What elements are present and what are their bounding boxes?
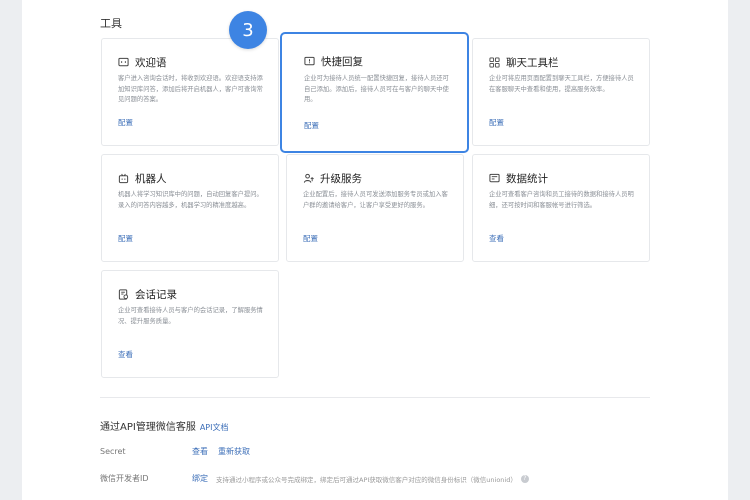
record-icon bbox=[118, 289, 129, 300]
api-section-title: 通过API管理微信客服 API文档 bbox=[100, 418, 228, 433]
secret-row: Secret 查看 重新获取 bbox=[100, 446, 260, 457]
card-title: 数据统计 bbox=[506, 173, 548, 185]
api-doc-link[interactable]: API文档 bbox=[200, 423, 229, 432]
developer-id-row: 微信开发者ID 绑定 支持通过小程序或公众号完成绑定，绑定后可通过API获取微信… bbox=[100, 473, 529, 484]
stats-icon bbox=[489, 173, 500, 184]
view-chat-records-link[interactable]: 查看 bbox=[118, 349, 133, 360]
card-desc: 机器人将学习知识库中的问题，自动回复客户提问。录入的问答内容越多，机器学习的精准… bbox=[118, 191, 263, 209]
card-desc: 企业可查看客户咨询和员工接待的数据和接待人员明细，还可按时间和客服帐号进行筛选。 bbox=[489, 191, 634, 209]
upgrade-person-icon bbox=[303, 173, 314, 184]
configure-upgrade-service-link[interactable]: 配置 bbox=[303, 233, 318, 244]
card-desc: 企业可查看接待人员与客户的会话记录，了解服务情况、提升服务质量。 bbox=[118, 307, 263, 325]
configure-chat-toolbar-link[interactable]: 配置 bbox=[489, 117, 504, 128]
card-chat-toolbar: 聊天工具栏 企业可将应用页面配置到聊天工具栏，方便接待人员在客服聊天中查看和使用… bbox=[472, 38, 650, 146]
card-desc: 客户进入咨询会话时，将收到欢迎语。欢迎语支持添加知识库问答，添加后将开启机器人，… bbox=[118, 75, 263, 103]
bind-link[interactable]: 绑定 bbox=[192, 473, 208, 484]
bind-hint: 支持通过小程序或公众号完成绑定，绑定后可通过API获取微信客户对应的微信身份标识… bbox=[216, 475, 517, 484]
configure-quick-reply-link[interactable]: 配置 bbox=[304, 120, 319, 131]
card-robot: 机器人 机器人将学习知识库中的问题，自动回复客户提问。录入的问答内容越多，机器学… bbox=[101, 154, 279, 262]
card-chat-records: 会话记录 企业可查看接待人员与客户的会话记录，了解服务情况、提升服务质量。 查看 bbox=[101, 270, 279, 378]
help-icon[interactable]: ? bbox=[520, 474, 529, 483]
card-data-stats: 数据统计 企业可查看客户咨询和员工接待的数据和接待人员明细，还可按时间和客服帐号… bbox=[472, 154, 650, 262]
robot-icon bbox=[118, 173, 129, 184]
view-secret-link[interactable]: 查看 bbox=[192, 446, 208, 457]
card-title: 机器人 bbox=[135, 173, 167, 185]
chat-bubble-icon bbox=[118, 57, 129, 68]
section-title: 工具 bbox=[100, 17, 122, 30]
card-desc: 企业配置后，接待人员可发送添加服务专员或加入客户群的邀请给客户，让客户享受更好的… bbox=[303, 191, 448, 209]
card-title: 会话记录 bbox=[135, 289, 177, 301]
card-upgrade-service: 升级服务 企业配置后，接待人员可发送添加服务专员或加入客户群的邀请给客户，让客户… bbox=[286, 154, 464, 262]
configure-robot-link[interactable]: 配置 bbox=[118, 233, 133, 244]
developer-id-label: 微信开发者ID bbox=[100, 474, 149, 483]
divider bbox=[100, 397, 650, 398]
quick-reply-icon bbox=[304, 56, 315, 67]
grid-icon bbox=[489, 57, 500, 68]
card-quick-reply: 快捷回复 企业可为接待人员统一配置快捷回复，接待人员还可自己添加。添加后，接待人… bbox=[280, 32, 469, 153]
refresh-secret-link[interactable]: 重新获取 bbox=[218, 446, 250, 457]
card-title: 聊天工具栏 bbox=[506, 57, 559, 69]
configure-welcome-link[interactable]: 配置 bbox=[118, 117, 133, 128]
card-title: 欢迎语 bbox=[135, 57, 167, 69]
view-data-stats-link[interactable]: 查看 bbox=[489, 233, 504, 244]
card-desc: 企业可将应用页面配置到聊天工具栏，方便接待人员在客服聊天中查看和使用，提高服务效… bbox=[489, 75, 634, 93]
card-desc: 企业可为接待人员统一配置快捷回复，接待人员还可自己添加。添加后，接待人员可在与客… bbox=[304, 75, 449, 103]
card-title: 快捷回复 bbox=[321, 56, 363, 68]
card-welcome: 欢迎语 客户进入咨询会话时，将收到欢迎语。欢迎语支持添加知识库问答，添加后将开启… bbox=[101, 38, 279, 146]
api-title-text: 通过API管理微信客服 bbox=[100, 422, 196, 433]
card-title: 升级服务 bbox=[320, 173, 362, 185]
secret-label: Secret bbox=[100, 447, 126, 456]
step-number-badge: 3 bbox=[229, 11, 267, 49]
